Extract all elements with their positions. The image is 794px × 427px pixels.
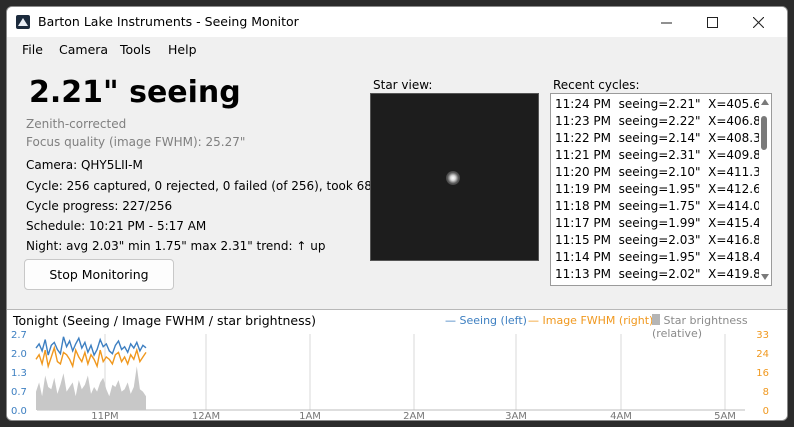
right-tick-label: 8	[763, 387, 769, 398]
menu-file[interactable]: File	[22, 42, 43, 57]
recent-cycles-list[interactable]: 11:24 PM seeing=2.21" X=405.6 Y= 11:23 P…	[550, 93, 772, 286]
x-tick-label: 3AM	[505, 411, 527, 421]
camera-info: Camera: QHY5LII-M	[26, 158, 143, 172]
x-tick-label: 1AM	[299, 411, 321, 421]
scroll-up-icon[interactable]	[761, 99, 769, 105]
minimize-button[interactable]	[643, 7, 689, 37]
x-tick-label: 11PM	[91, 411, 118, 421]
list-item[interactable]: 11:18 PM seeing=1.75" X=414.0 Y=	[555, 199, 771, 216]
seeing-value: 2.21" seeing	[29, 75, 241, 110]
menu-camera[interactable]: Camera	[59, 42, 108, 57]
maximize-icon	[706, 16, 718, 28]
scrollbar-thumb[interactable]	[761, 116, 767, 150]
x-tick-label: 2AM	[403, 411, 425, 421]
cycle-progress: Cycle progress: 227/256	[26, 199, 173, 213]
close-button[interactable]	[735, 7, 781, 37]
cycle-info: Cycle: 256 captured, 0 rejected, 0 faile…	[26, 179, 390, 193]
x-tick-label: 12AM	[192, 411, 220, 421]
scroll-down-icon[interactable]	[761, 274, 769, 280]
list-item[interactable]: 11:14 PM seeing=1.95" X=418.4 Y=	[555, 250, 771, 267]
maximize-button[interactable]	[689, 7, 735, 37]
right-tick-label: 33	[756, 330, 769, 341]
app-window: Barton Lake Instruments - Seeing Monitor…	[6, 6, 788, 421]
right-tick-label: 16	[756, 368, 769, 379]
left-tick-label: 1.3	[11, 368, 27, 379]
window-title: Barton Lake Instruments - Seeing Monitor	[38, 14, 299, 29]
left-tick-label: 0.7	[11, 387, 27, 398]
close-icon	[752, 16, 764, 28]
menu-help[interactable]: Help	[168, 42, 197, 57]
list-item[interactable]: 11:23 PM seeing=2.22" X=406.8 Y=	[555, 114, 771, 131]
app-logo-icon	[16, 15, 30, 29]
menu-tools[interactable]: Tools	[120, 42, 151, 57]
star-view-label: Star view:	[373, 78, 433, 92]
right-tick-label: 0	[763, 406, 769, 417]
schedule-info: Schedule: 10:21 PM - 5:17 AM	[26, 219, 207, 233]
list-item[interactable]: 11:21 PM seeing=2.31" X=409.8 Y=	[555, 148, 771, 165]
list-item[interactable]: 11:13 PM seeing=2.02" X=419.8 Y=	[555, 267, 771, 284]
minimize-icon	[660, 22, 672, 23]
tonight-chart: Tonight (Seeing / Image FWHM / star brig…	[7, 309, 787, 421]
x-tick-label: 4AM	[610, 411, 632, 421]
menu-bar: File Camera Tools Help	[7, 37, 787, 63]
list-scrollbar[interactable]	[759, 94, 771, 285]
night-stats: Night: avg 2.03" min 1.75" max 2.31" tre…	[26, 239, 326, 253]
list-item[interactable]: 11:22 PM seeing=2.14" X=408.3 Y=	[555, 131, 771, 148]
focus-quality: Focus quality (image FWHM): 25.27"	[26, 135, 246, 149]
recent-cycles-label: Recent cycles:	[553, 78, 640, 92]
stop-monitoring-button[interactable]: Stop Monitoring	[24, 259, 174, 290]
list-item[interactable]: 11:24 PM seeing=2.21" X=405.6 Y=	[555, 97, 771, 114]
right-tick-label: 24	[756, 349, 769, 360]
title-bar[interactable]: Barton Lake Instruments - Seeing Monitor	[7, 7, 787, 37]
list-item[interactable]: 11:20 PM seeing=2.10" X=411.3 Y=	[555, 165, 771, 182]
x-tick-label: 5AM	[714, 411, 736, 421]
zenith-note: Zenith-corrected	[26, 117, 127, 131]
left-tick-label: 2.0	[11, 349, 27, 360]
fwhm-series-line	[35, 345, 147, 369]
left-tick-label: 2.7	[11, 330, 27, 341]
list-item[interactable]: 11:15 PM seeing=2.03" X=416.8 Y=	[555, 233, 771, 250]
star-image	[446, 171, 460, 185]
brightness-area	[36, 366, 146, 410]
left-tick-label: 0.0	[11, 406, 27, 417]
star-view-image	[370, 93, 539, 261]
list-item[interactable]: 11:19 PM seeing=1.95" X=412.6 Y=	[555, 182, 771, 199]
chart-plot: 2.7 2.0 1.3 0.7 0.0 33 24 16 8 0 11PM 12AM 1AM 2AM 3AM…	[11, 330, 769, 421]
list-item[interactable]: 11:17 PM seeing=1.99" X=415.4 Y=	[555, 216, 771, 233]
